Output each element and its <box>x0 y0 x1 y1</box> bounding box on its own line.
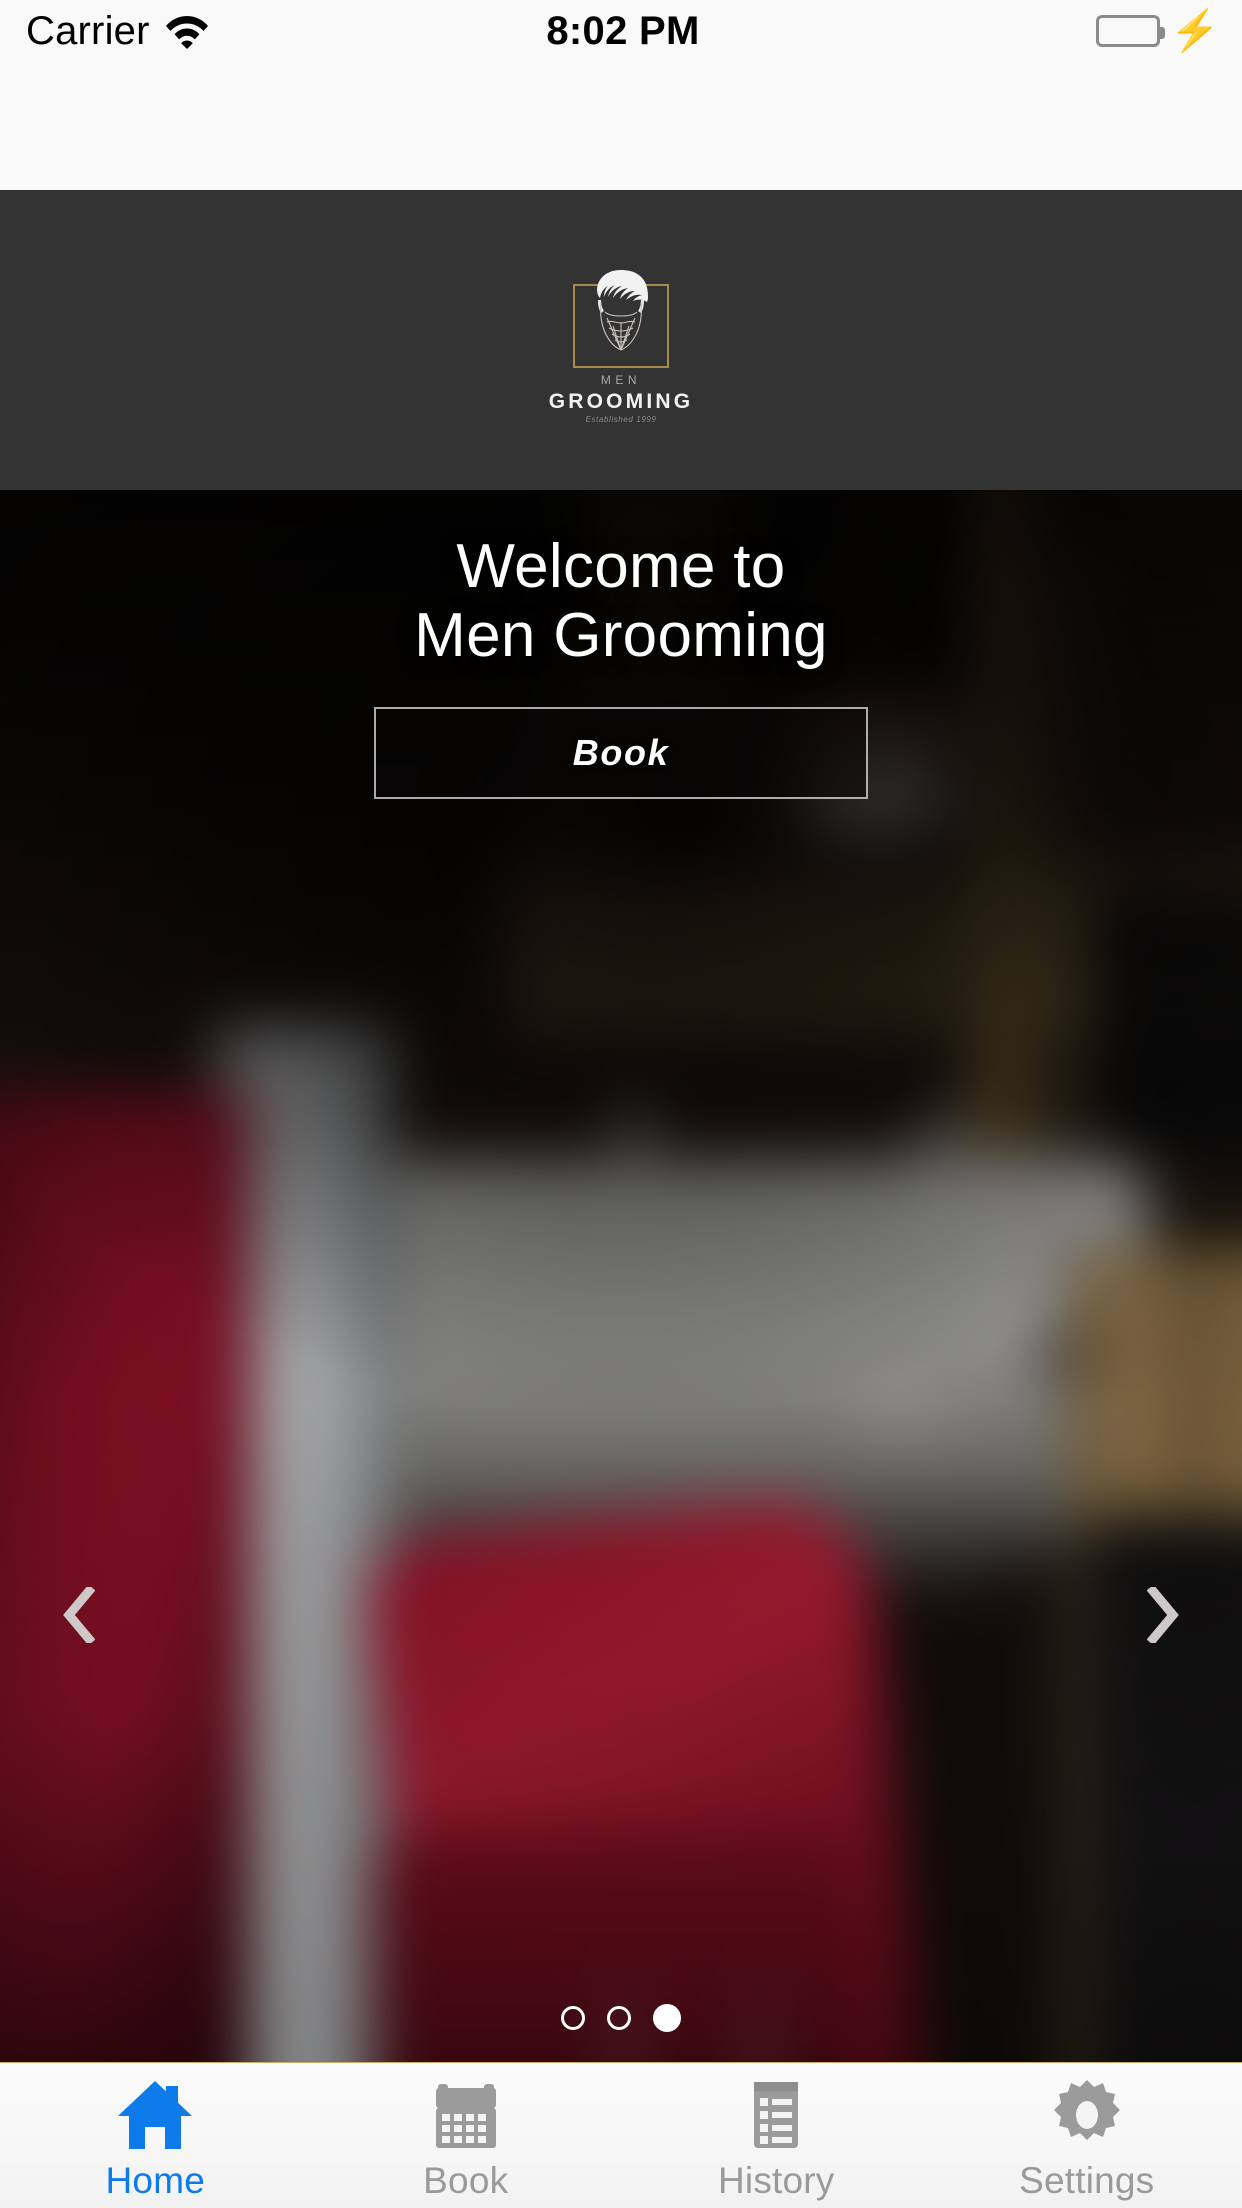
tab-book[interactable]: Book <box>311 2063 622 2208</box>
battery-icon <box>1096 15 1166 47</box>
hero-carousel[interactable]: Welcome to Men Grooming Book <box>0 490 1242 2062</box>
tab-settings[interactable]: Settings <box>932 2063 1242 2208</box>
status-bar: Carrier 8:02 PM ⚡ <box>0 0 1242 190</box>
wifi-icon <box>164 13 210 49</box>
tab-book-label: Book <box>423 2159 509 2201</box>
tab-home-label: Home <box>105 2159 205 2201</box>
status-bar-right: ⚡ <box>700 11 1242 51</box>
status-bar-clock: 8:02 PM <box>546 8 700 53</box>
gear-icon <box>1050 2076 1124 2152</box>
brand-logo: MEN GROOMING Established 1999 <box>546 256 696 424</box>
tab-home[interactable]: Home <box>0 2063 311 2208</box>
carousel-dot-1[interactable] <box>561 2006 585 2030</box>
status-bar-left: Carrier <box>0 9 546 54</box>
chevron-left-icon <box>61 1587 95 1643</box>
home-icon <box>116 2076 194 2152</box>
logo-line-established: Established 1999 <box>585 415 657 424</box>
logo-line-grooming: GROOMING <box>548 390 694 413</box>
carousel-prev-button[interactable] <box>38 1575 118 1655</box>
tab-bar[interactable]: Home Book History Settings <box>0 2062 1242 2208</box>
carousel-dot-3[interactable] <box>653 2004 681 2032</box>
bearded-man-face-icon <box>569 260 673 368</box>
book-button-label: Book <box>572 731 670 773</box>
carousel-pagination[interactable] <box>0 2004 1242 2032</box>
carousel-next-button[interactable] <box>1124 1575 1204 1655</box>
brand-header: MEN GROOMING Established 1999 <box>0 190 1242 490</box>
logo-line-men: MEN <box>600 373 642 387</box>
tab-history-label: History <box>717 2159 835 2201</box>
lightning-bolt-icon: ⚡ <box>1170 9 1220 53</box>
book-button[interactable]: Book <box>374 706 868 799</box>
carousel-dot-2[interactable] <box>607 2006 631 2030</box>
hero-title: Welcome to Men Grooming <box>211 532 1031 671</box>
tab-history[interactable]: History <box>621 2063 932 2208</box>
hero-title-line-1: Welcome to <box>456 532 786 601</box>
calendar-icon <box>432 2076 500 2152</box>
tab-settings-label: Settings <box>1019 2159 1155 2201</box>
hero-title-line-2: Men Grooming <box>414 601 828 671</box>
carrier-label: Carrier <box>26 8 150 53</box>
chevron-right-icon <box>1147 1587 1181 1643</box>
list-icon <box>746 2076 806 2152</box>
